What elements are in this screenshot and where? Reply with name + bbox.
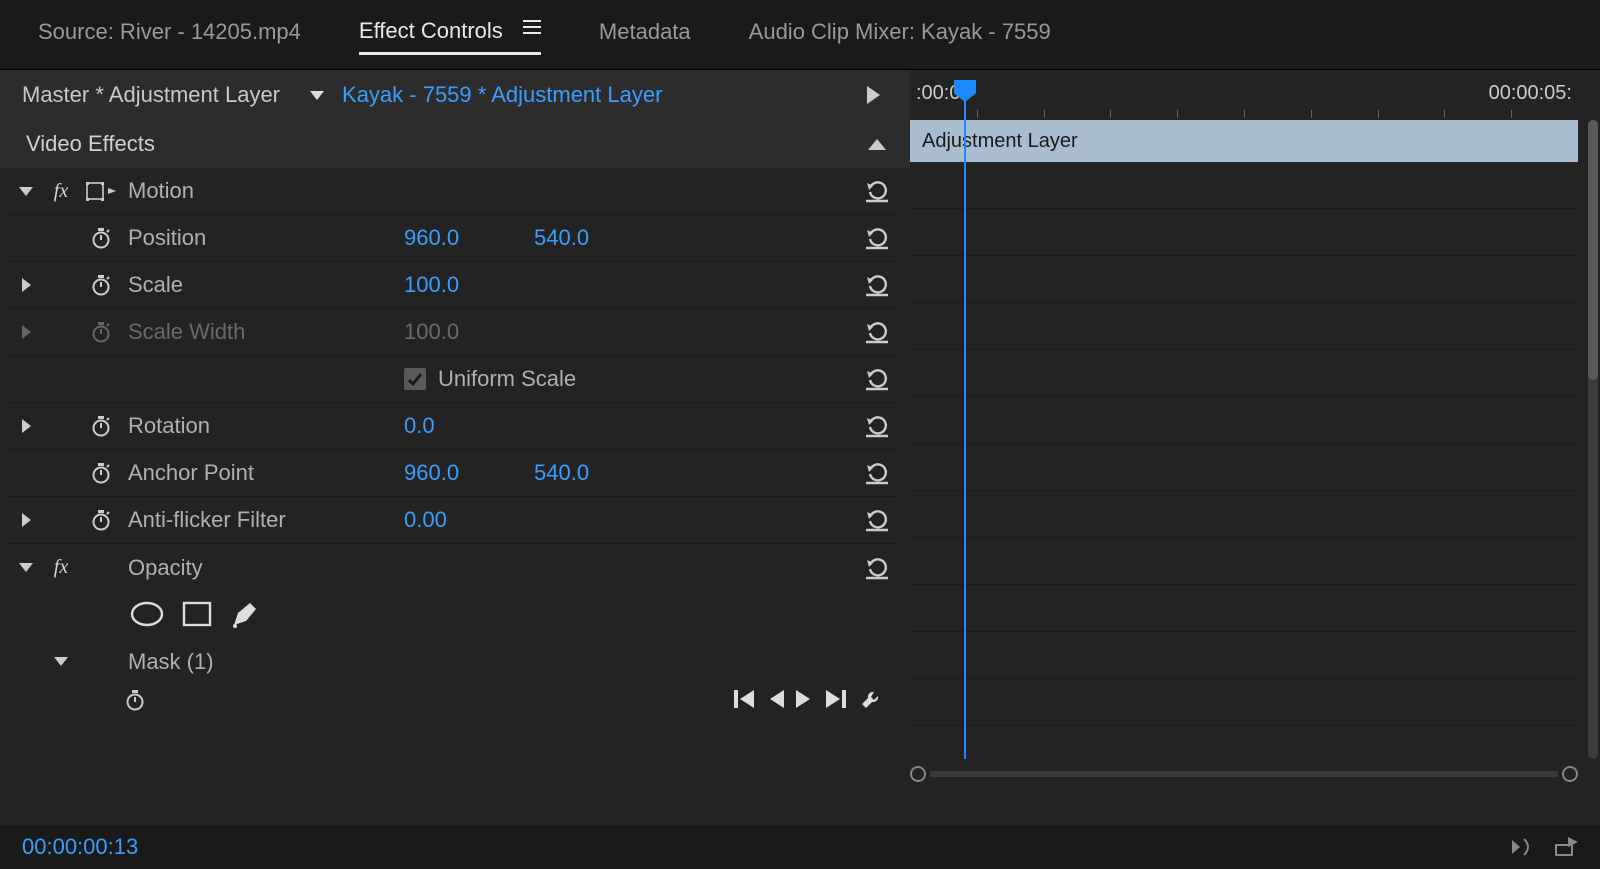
- twirl-right-icon[interactable]: [22, 419, 31, 433]
- stopwatch-icon[interactable]: [78, 415, 124, 437]
- position-x-value[interactable]: 960.0: [404, 225, 534, 251]
- rect-mask-icon[interactable]: [182, 601, 212, 627]
- antiflicker-label: Anti-flicker Filter: [124, 507, 404, 533]
- scale-value[interactable]: 100.0: [404, 272, 534, 298]
- scale-width-label: Scale Width: [124, 319, 404, 345]
- ruler-end-label: 00:00:05:: [1489, 82, 1572, 105]
- twirl-down-icon[interactable]: [54, 657, 68, 666]
- anchor-label: Anchor Point: [124, 460, 404, 486]
- stopwatch-icon[interactable]: [78, 509, 124, 531]
- stopwatch-icon[interactable]: [78, 462, 124, 484]
- reset-button[interactable]: [854, 367, 900, 391]
- stopwatch-icon[interactable]: [78, 227, 124, 249]
- stopwatch-icon[interactable]: [124, 689, 146, 711]
- effect-timeline[interactable]: :00:00 00:00:05: Adjustment Layer: [910, 70, 1600, 825]
- anchor-x-value[interactable]: 960.0: [404, 460, 534, 486]
- reset-button[interactable]: [854, 461, 900, 485]
- panel-footer: 00:00:00:13: [0, 825, 1600, 869]
- stopwatch-icon: [78, 321, 124, 343]
- wrench-icon[interactable]: [860, 690, 880, 710]
- twirl-right-icon: [22, 325, 31, 339]
- main-area: Master * Adjustment Layer Kayak - 7559 *…: [0, 69, 1600, 825]
- property-uniform-scale: Uniform Scale: [8, 356, 900, 403]
- export-icon[interactable]: [1554, 837, 1578, 857]
- twirl-down-icon[interactable]: [19, 563, 33, 572]
- time-ruler[interactable]: :00:00 00:00:05:: [910, 70, 1578, 120]
- fx-badge-icon[interactable]: fx: [54, 180, 68, 203]
- position-label: Position: [124, 225, 404, 251]
- video-effects-header[interactable]: Video Effects: [0, 120, 910, 168]
- zoom-handle-left[interactable]: [910, 766, 926, 782]
- tab-metadata[interactable]: Metadata: [599, 19, 691, 53]
- property-scale: Scale 100.0: [8, 262, 900, 309]
- clip-breadcrumb: Master * Adjustment Layer Kayak - 7559 *…: [0, 70, 910, 120]
- stopwatch-icon[interactable]: [78, 274, 124, 296]
- property-anti-flicker: Anti-flicker Filter 0.00: [8, 497, 900, 544]
- property-rotation: Rotation 0.0: [8, 403, 900, 450]
- rotation-value[interactable]: 0.0: [404, 413, 534, 439]
- property-anchor-point: Anchor Point 960.0 540.0: [8, 450, 900, 497]
- antiflicker-value[interactable]: 0.00: [404, 507, 534, 533]
- reset-button[interactable]: [854, 273, 900, 297]
- panel-menu-icon[interactable]: [523, 16, 541, 38]
- ellipse-mask-icon[interactable]: [130, 601, 164, 627]
- uniform-scale-label: Uniform Scale: [438, 366, 576, 392]
- scrollbar-thumb[interactable]: [1588, 120, 1598, 380]
- horizontal-zoom-scrollbar[interactable]: [910, 765, 1578, 783]
- tab-audio-mixer[interactable]: Audio Clip Mixer: Kayak - 7559: [749, 19, 1051, 53]
- tab-effect-controls-label: Effect Controls: [359, 18, 503, 43]
- mask-1[interactable]: Mask (1): [8, 638, 900, 685]
- twirl-down-icon[interactable]: [19, 187, 33, 196]
- play-icon[interactable]: [867, 86, 880, 104]
- fx-badge-icon[interactable]: fx: [54, 556, 68, 579]
- tab-source[interactable]: Source: River - 14205.mp4: [38, 19, 301, 53]
- reset-button[interactable]: [854, 320, 900, 344]
- twirl-right-icon[interactable]: [22, 278, 31, 292]
- opacity-mask-tools: [8, 591, 900, 638]
- timeline-tracks: [910, 162, 1578, 759]
- prev-keyframe-icon[interactable]: [766, 690, 784, 708]
- collapse-icon[interactable]: [868, 139, 886, 150]
- vertical-scrollbar[interactable]: [1588, 120, 1598, 759]
- opacity-label: Opacity: [124, 555, 404, 581]
- next-keyframe-icon[interactable]: [796, 690, 814, 708]
- property-list: fx Motion Position 960.0 540.0: [0, 168, 910, 825]
- panel-tabs: Source: River - 14205.mp4 Effect Control…: [0, 0, 1600, 69]
- playhead-line[interactable]: [964, 100, 966, 759]
- zoom-handle-right[interactable]: [1562, 766, 1578, 782]
- pen-mask-icon[interactable]: [230, 601, 258, 629]
- reset-button[interactable]: [854, 226, 900, 250]
- direct-manip-icon[interactable]: [78, 180, 124, 202]
- anchor-y-value[interactable]: 540.0: [534, 460, 664, 486]
- effect-motion[interactable]: fx Motion: [8, 168, 900, 215]
- reset-button[interactable]: [854, 414, 900, 438]
- scale-label: Scale: [124, 272, 404, 298]
- effect-opacity[interactable]: fx Opacity: [8, 544, 900, 591]
- track-forward-icon[interactable]: [826, 690, 848, 708]
- master-clip-label[interactable]: Master * Adjustment Layer: [0, 82, 310, 108]
- tab-effect-controls[interactable]: Effect Controls: [359, 16, 541, 55]
- rotation-label: Rotation: [124, 413, 404, 439]
- mask-path-row: [8, 685, 900, 715]
- mask-label: Mask (1): [124, 649, 404, 675]
- timeline-clip-block[interactable]: Adjustment Layer: [910, 120, 1578, 162]
- uniform-scale-checkbox[interactable]: [404, 368, 426, 390]
- video-effects-label: Video Effects: [26, 131, 155, 157]
- chevron-down-icon[interactable]: [310, 91, 324, 100]
- property-position: Position 960.0 540.0: [8, 215, 900, 262]
- track-backward-icon[interactable]: [732, 690, 754, 708]
- play-audio-icon[interactable]: [1512, 837, 1538, 857]
- reset-button[interactable]: [854, 508, 900, 532]
- motion-label: Motion: [124, 178, 404, 204]
- sequence-clip-label[interactable]: Kayak - 7559 * Adjustment Layer: [342, 82, 867, 108]
- reset-button[interactable]: [854, 179, 900, 203]
- current-timecode[interactable]: 00:00:00:13: [22, 834, 138, 860]
- reset-button[interactable]: [854, 556, 900, 580]
- effect-controls-panel: Master * Adjustment Layer Kayak - 7559 *…: [0, 70, 910, 825]
- twirl-right-icon[interactable]: [22, 513, 31, 527]
- property-scale-width: Scale Width 100.0: [8, 309, 900, 356]
- position-y-value[interactable]: 540.0: [534, 225, 664, 251]
- scale-width-value: 100.0: [404, 319, 534, 345]
